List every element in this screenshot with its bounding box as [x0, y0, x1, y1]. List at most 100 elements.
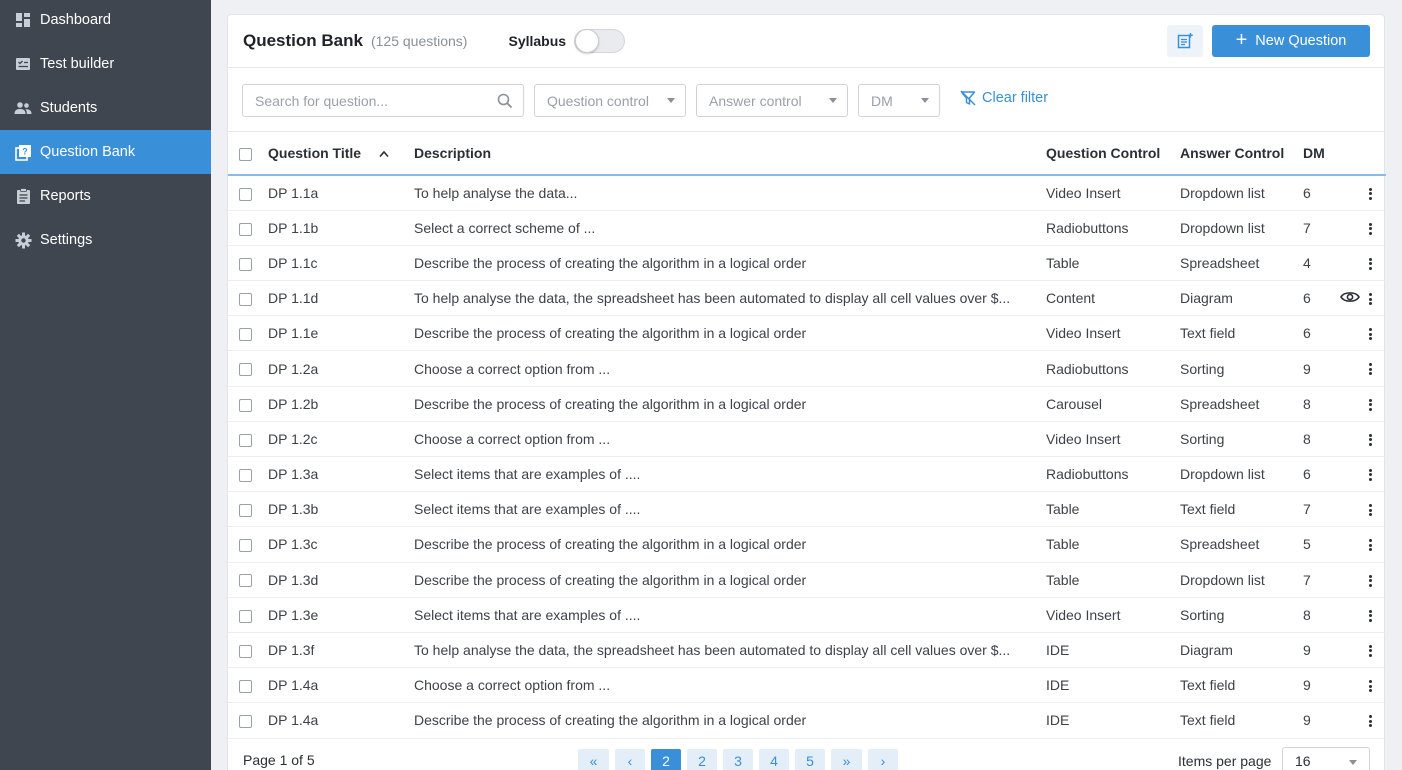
page-button-3[interactable]: 3	[723, 749, 753, 770]
more-vert-icon[interactable]	[1369, 679, 1373, 694]
sidebar-item-test-builder[interactable]: Test builder	[0, 42, 211, 86]
page-button-5[interactable]: 5	[795, 749, 825, 770]
first-page-button[interactable]: «	[578, 749, 609, 770]
dm-select[interactable]: DM	[858, 84, 940, 117]
row-checkbox[interactable]	[239, 222, 252, 236]
row-checkbox[interactable]	[239, 574, 252, 588]
page-button-2[interactable]: 2	[687, 749, 717, 770]
question-bank-icon: ?	[14, 143, 32, 161]
table-row[interactable]: DP 1.3d Describe the process of creating …	[228, 562, 1386, 598]
table-row[interactable]: DP 1.1b Select a correct scheme of ... Rad…	[228, 210, 1386, 246]
table-row[interactable]: DP 1.2a Choose a correct option from ... R…	[228, 351, 1386, 387]
more-vert-icon[interactable]	[1369, 467, 1373, 482]
new-question-button[interactable]: + New Question	[1212, 25, 1370, 57]
row-checkbox[interactable]	[239, 398, 252, 412]
more-vert-icon[interactable]	[1369, 538, 1373, 553]
questions-table: Question Title Description Question Cont…	[228, 132, 1386, 739]
page-button-1[interactable]: 2	[651, 749, 681, 770]
question-control: IDE	[1046, 642, 1070, 659]
more-vert-icon[interactable]	[1369, 221, 1373, 236]
row-checkbox[interactable]	[239, 644, 252, 658]
question-control-select[interactable]: Question control	[534, 84, 686, 117]
search-input[interactable]	[255, 92, 497, 109]
row-checkbox[interactable]	[239, 609, 252, 623]
question-description: Select a correct scheme of ...	[414, 219, 596, 236]
table-row[interactable]: DP 1.1d To help analyse the data, the spr…	[228, 281, 1386, 316]
sidebar-item-reports[interactable]: Reports	[0, 174, 211, 218]
search-icon[interactable]	[497, 93, 513, 109]
question-title: DP 1.1e	[268, 325, 319, 342]
table-row[interactable]: DP 1.3b Select items that are examples of…	[228, 492, 1386, 527]
table-row[interactable]: DP 1.4a Describe the process of creating …	[228, 703, 1386, 738]
sidebar-item-label: Test builder	[40, 56, 115, 72]
more-vert-icon[interactable]	[1369, 186, 1373, 201]
table-row[interactable]: DP 1.4a Choose a correct option from ... I…	[228, 668, 1386, 703]
reports-icon	[14, 187, 32, 205]
more-vert-icon[interactable]	[1369, 608, 1373, 623]
answer-control: Text field	[1180, 677, 1236, 694]
export-button[interactable]	[1167, 25, 1203, 57]
eye-icon[interactable]	[1340, 290, 1360, 304]
question-count: (125 questions)	[370, 33, 468, 49]
table-row[interactable]: DP 1.3c Describe the process of creating …	[228, 527, 1386, 563]
fast-forward-button[interactable]: »	[831, 749, 862, 770]
row-checkbox[interactable]	[239, 328, 252, 342]
more-vert-icon[interactable]	[1369, 643, 1373, 658]
column-header-title[interactable]: Question Title	[268, 132, 414, 175]
row-actions-cell	[1369, 632, 1386, 667]
question-control: IDE	[1046, 677, 1070, 694]
preview-cell	[1331, 632, 1369, 667]
row-checkbox[interactable]	[239, 680, 252, 694]
row-checkbox[interactable]	[239, 539, 252, 553]
prev-page-button[interactable]: ‹	[615, 749, 645, 770]
row-checkbox[interactable]	[239, 363, 252, 377]
row-checkbox[interactable]	[239, 433, 252, 447]
table-row[interactable]: DP 1.2b Describe the process of creating …	[228, 386, 1386, 422]
sidebar-item-label: Settings	[40, 232, 93, 248]
sidebar-item-students[interactable]: Students	[0, 86, 211, 130]
row-checkbox[interactable]	[239, 292, 252, 306]
answer-control: Dropdown list	[1180, 571, 1265, 588]
table-row[interactable]: DP 1.3e Select items that are examples of…	[228, 597, 1386, 633]
syllabus-toggle[interactable]	[574, 29, 626, 53]
more-vert-icon[interactable]	[1369, 292, 1373, 307]
select-all-checkbox[interactable]	[239, 147, 252, 161]
items-per-page-select[interactable]: 16	[1282, 747, 1370, 770]
row-checkbox[interactable]	[239, 257, 252, 271]
more-vert-icon[interactable]	[1369, 503, 1373, 518]
more-vert-icon[interactable]	[1369, 256, 1373, 271]
more-vert-icon[interactable]	[1369, 714, 1373, 729]
answer-control-select[interactable]: Answer control	[696, 84, 848, 117]
sidebar-item-question-bank[interactable]: ? Question Bank	[0, 130, 211, 174]
answer-control: Text field	[1180, 501, 1236, 518]
items-per-page-label: Items per page	[1178, 753, 1272, 769]
question-control: Table	[1046, 536, 1080, 553]
row-checkbox[interactable]	[239, 504, 252, 518]
clear-filter-button[interactable]: Clear filter	[960, 90, 1048, 106]
table-row[interactable]: DP 1.1a To help analyse the data... Video …	[228, 175, 1386, 211]
note-add-icon	[1177, 33, 1193, 49]
sort-ascending-icon[interactable]	[379, 150, 389, 158]
table-row[interactable]: DP 1.3f To help analyse the data, the spr…	[228, 632, 1386, 668]
more-vert-icon[interactable]	[1369, 397, 1373, 412]
row-checkbox[interactable]	[239, 468, 252, 482]
row-checkbox[interactable]	[239, 715, 252, 729]
column-header-question-control: Question Control	[1046, 145, 1161, 161]
table-row[interactable]: DP 1.2c Choose a correct option from ... V…	[228, 421, 1386, 457]
row-actions-cell	[1369, 597, 1386, 632]
more-vert-icon[interactable]	[1369, 327, 1373, 342]
sidebar-item-dashboard[interactable]: Dashboard	[0, 0, 211, 42]
page-button-4[interactable]: 4	[759, 749, 789, 770]
next-page-button[interactable]: ›	[868, 749, 898, 770]
row-checkbox[interactable]	[239, 187, 252, 201]
question-control: Table	[1046, 254, 1080, 271]
table-row[interactable]: DP 1.1e Describe the process of creating …	[228, 316, 1386, 351]
sidebar-item-settings[interactable]: Settings	[0, 218, 211, 262]
table-row[interactable]: DP 1.3a Select items that are examples of…	[228, 457, 1386, 492]
question-title: DP 1.3f	[268, 642, 315, 659]
more-vert-icon[interactable]	[1369, 573, 1373, 588]
more-vert-icon[interactable]	[1369, 362, 1373, 377]
more-vert-icon[interactable]	[1369, 432, 1373, 447]
row-checkbox-cell	[228, 597, 268, 632]
table-row[interactable]: DP 1.1c Describe the process of creating …	[228, 245, 1386, 281]
